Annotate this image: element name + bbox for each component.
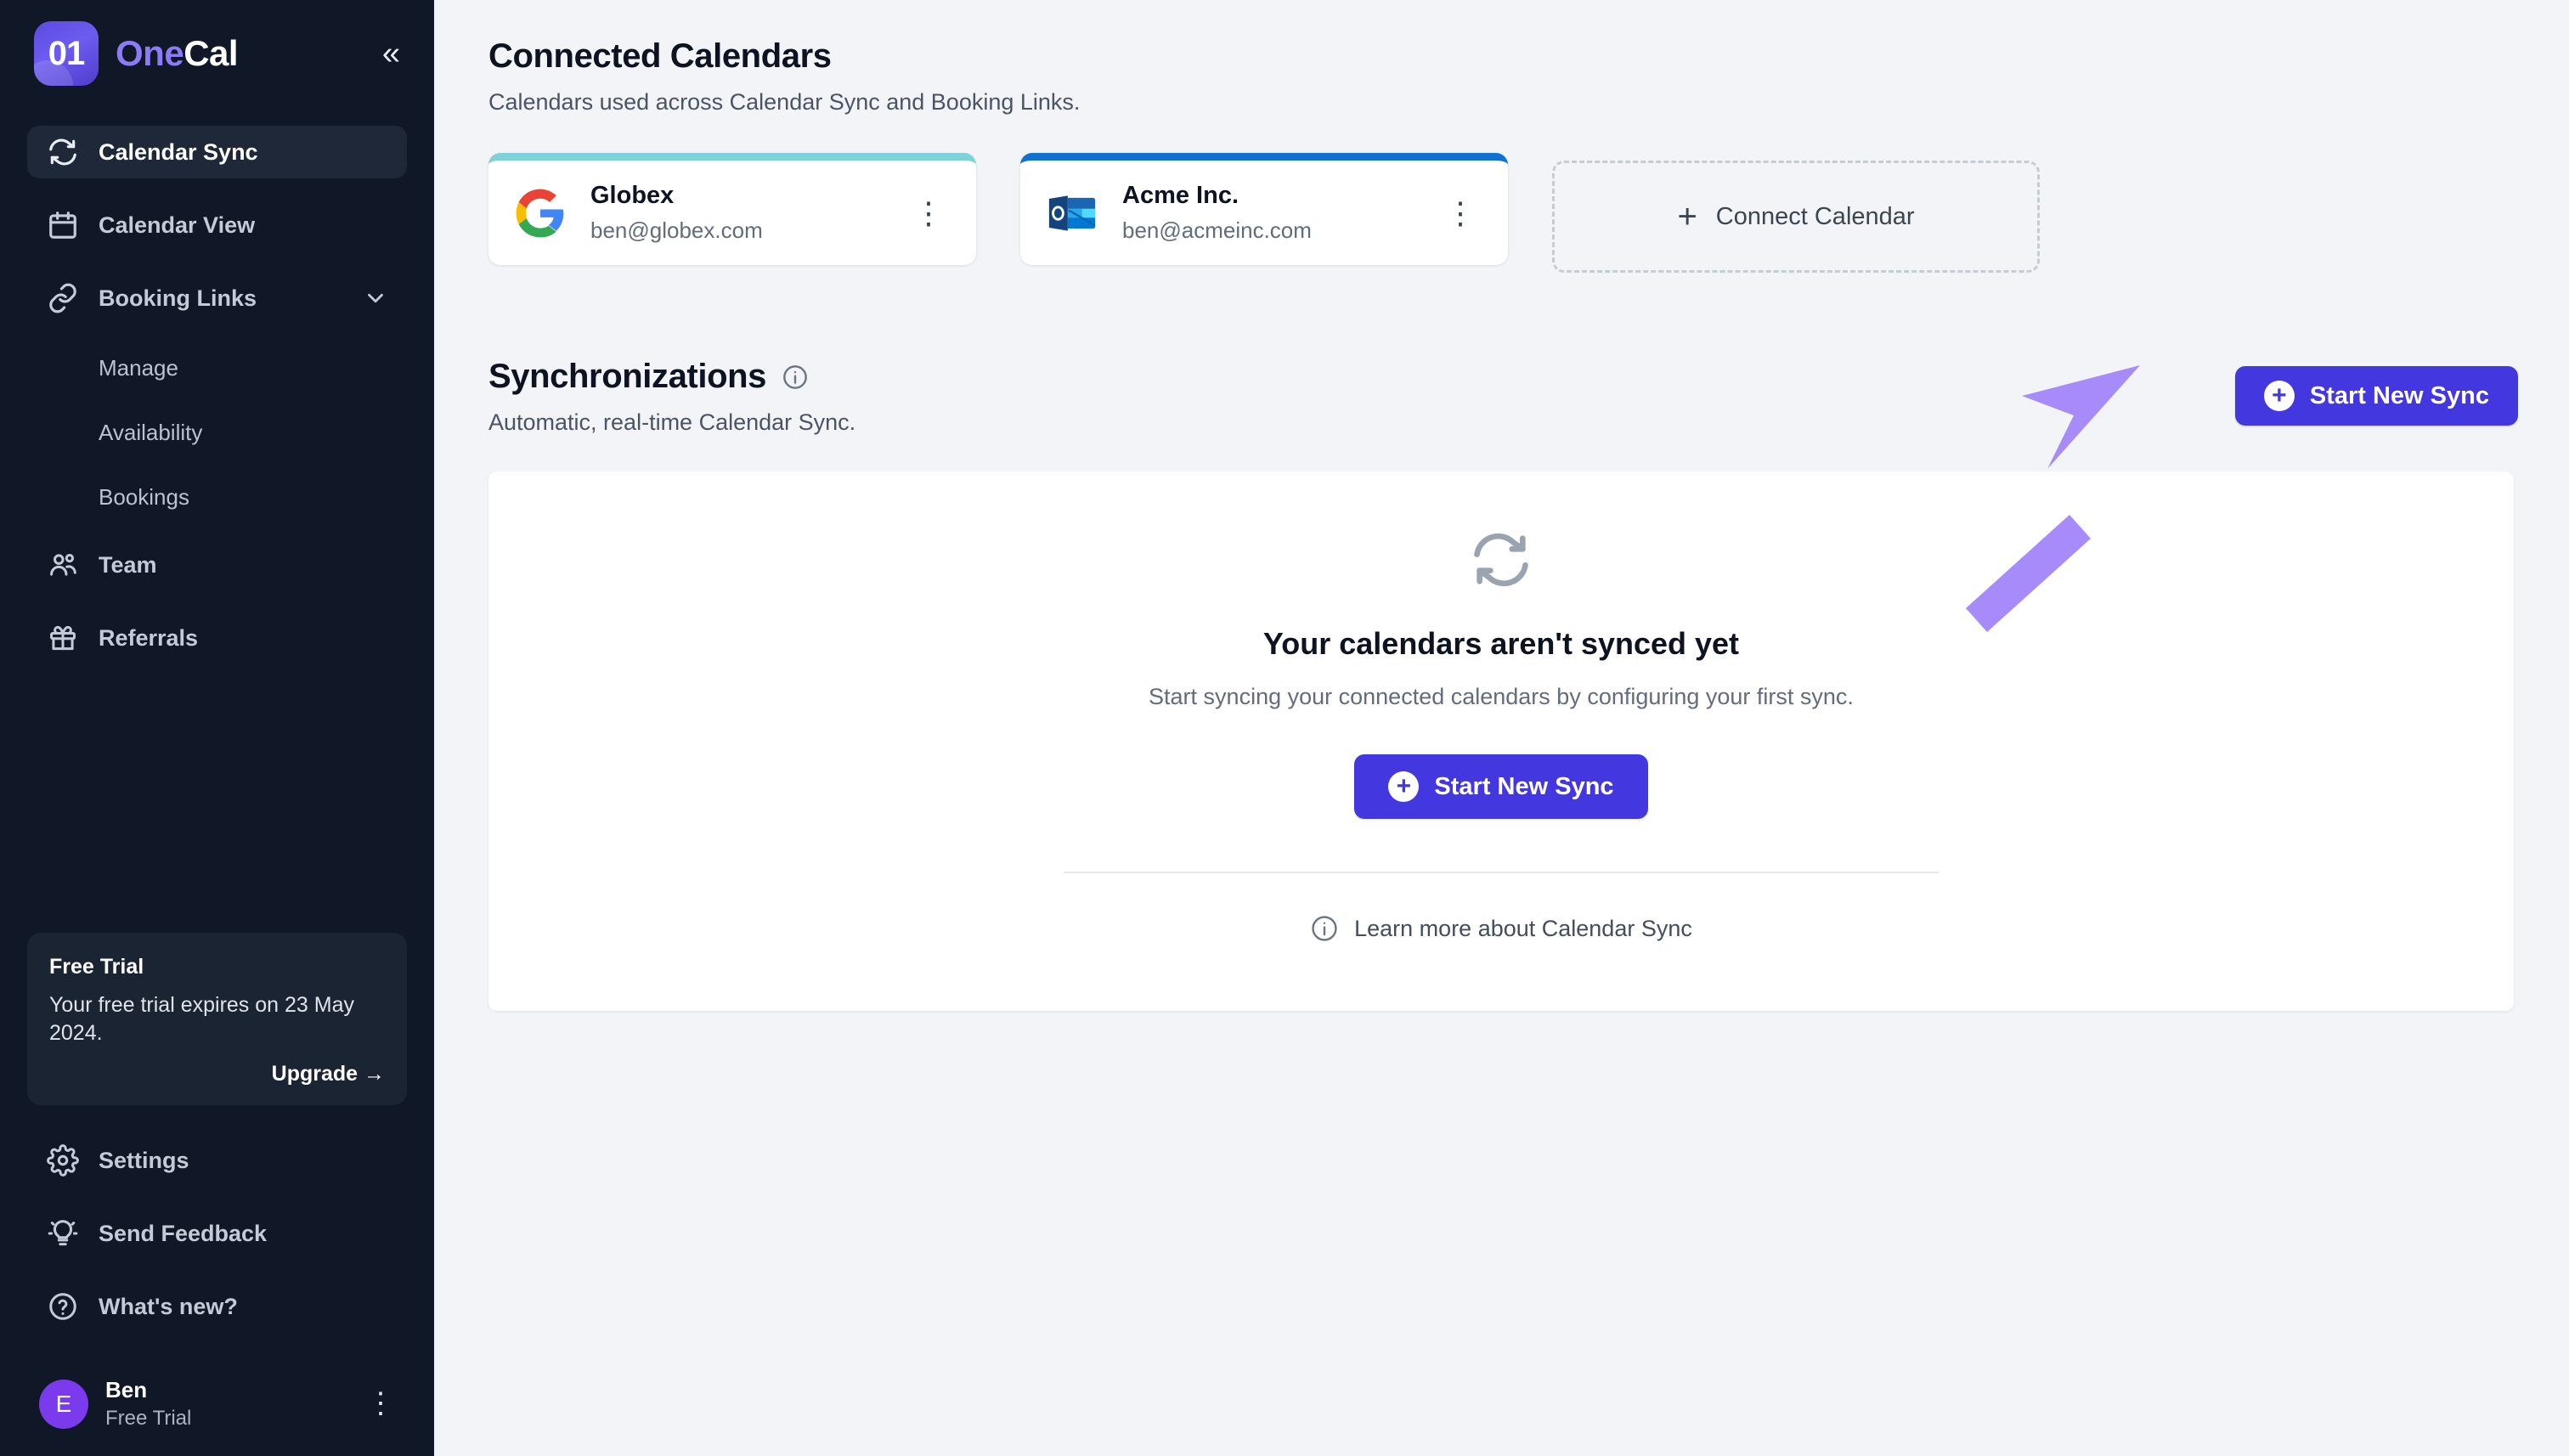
- gear-icon: [46, 1143, 80, 1177]
- calendar-card-globex[interactable]: Globex ben@globex.com ⋮: [488, 153, 976, 265]
- upgrade-link[interactable]: Upgrade →: [49, 1062, 385, 1086]
- free-trial-card: Free Trial Your free trial expires on 23…: [27, 932, 407, 1105]
- sidebar-item-calendar-sync[interactable]: Calendar Sync: [27, 126, 407, 178]
- connected-calendars-list: Globex ben@globex.com ⋮ Acme Inc. ben@ac…: [488, 153, 2518, 273]
- calendar-icon: [46, 208, 80, 242]
- sidebar-subitem-availability[interactable]: Availability: [27, 409, 407, 455]
- sync-icon: [1469, 528, 1533, 592]
- sidebar-item-label: Calendar View: [99, 212, 256, 238]
- sidebar-item-send-feedback[interactable]: Send Feedback: [27, 1207, 407, 1260]
- kebab-menu-icon[interactable]: ⋮: [366, 1389, 395, 1419]
- calendar-menu-icon[interactable]: ⋮: [910, 197, 947, 228]
- sync-icon: [46, 135, 80, 169]
- plus-icon: +: [1677, 198, 1697, 235]
- chevrons-left-icon[interactable]: «: [382, 37, 400, 70]
- info-icon: [1310, 914, 1339, 943]
- brand-name: OneCal: [116, 33, 239, 74]
- sidebar: 01 OneCal « Calendar Sync Calendar View …: [0, 0, 434, 1456]
- sidebar-item-label: Send Feedback: [99, 1220, 268, 1246]
- synchronizations-subtitle: Automatic, real-time Calendar Sync.: [488, 409, 856, 435]
- synchronizations-title: Synchronizations: [488, 358, 766, 395]
- sidebar-subitem-manage[interactable]: Manage: [27, 345, 407, 391]
- page-title: Connected Calendars: [488, 37, 832, 75]
- onecal-logo-icon: 01: [34, 21, 99, 86]
- calendar-email: ben@globex.com: [590, 217, 763, 243]
- empty-state-subtitle: Start syncing your connected calendars b…: [1149, 684, 1854, 709]
- synchronizations-header: Synchronizations Automatic, real-time Ca…: [488, 358, 2518, 436]
- calendar-menu-icon[interactable]: ⋮: [1442, 197, 1479, 228]
- gift-icon: [46, 621, 80, 655]
- calendar-info: Acme Inc. ben@acmeinc.com: [1122, 182, 1312, 244]
- app-root: 01 OneCal « Calendar Sync Calendar View …: [0, 0, 2569, 1456]
- page-subtitle: Calendars used across Calendar Sync and …: [488, 89, 1081, 115]
- user-name: Ben: [105, 1377, 148, 1402]
- sidebar-item-settings[interactable]: Settings: [27, 1134, 407, 1187]
- user-profile[interactable]: E Ben Free Trial ⋮: [27, 1362, 407, 1456]
- start-new-sync-button-empty[interactable]: + Start New Sync: [1354, 754, 1648, 819]
- chevron-down-icon[interactable]: [363, 285, 388, 311]
- synchronizations-heading-group: Synchronizations Automatic, real-time Ca…: [488, 358, 855, 436]
- sidebar-item-referrals[interactable]: Referrals: [27, 612, 407, 664]
- connect-calendar-label: Connect Calendar: [1715, 202, 1915, 230]
- user-plan: Free Trial: [105, 1407, 192, 1430]
- main-content: Connected Calendars Calendars used acros…: [434, 0, 2569, 1456]
- sidebar-subitem-label: Manage: [99, 354, 178, 381]
- outlook-icon: [1046, 187, 1098, 240]
- avatar-initial: E: [55, 1390, 72, 1417]
- sidebar-item-label: Referrals: [99, 624, 199, 651]
- sidebar-subitem-label: Availability: [99, 419, 203, 445]
- start-new-sync-button-top[interactable]: + Start New Sync: [2234, 366, 2518, 426]
- free-trial-text: Your free trial expires on 23 May 2024.: [49, 992, 354, 1046]
- calendar-name: Globex: [590, 182, 675, 209]
- calendar-email: ben@acmeinc.com: [1122, 217, 1312, 243]
- google-icon: [514, 187, 567, 240]
- sync-title-row: Synchronizations: [488, 358, 855, 396]
- brand: 01 OneCal «: [27, 0, 407, 107]
- start-new-sync-label: Start New Sync: [2309, 381, 2489, 409]
- logo-text: 01: [48, 34, 85, 72]
- users-icon: [46, 548, 80, 582]
- sidebar-item-label: Booking Links: [99, 285, 257, 311]
- avatar: E: [39, 1379, 88, 1429]
- user-meta: Ben Free Trial: [105, 1377, 191, 1431]
- info-icon[interactable]: [782, 364, 809, 391]
- sidebar-item-team[interactable]: Team: [27, 539, 407, 591]
- calendar-name: Acme Inc.: [1122, 182, 1239, 209]
- sidebar-item-booking-links[interactable]: Booking Links: [27, 272, 407, 324]
- sidebar-item-whats-new[interactable]: What's new?: [27, 1280, 407, 1333]
- secondary-nav: Settings Send Feedback What's new?: [27, 1134, 407, 1353]
- calendar-info: Globex ben@globex.com: [590, 182, 763, 244]
- sidebar-item-label: What's new?: [99, 1293, 238, 1319]
- brand-name-first: One: [116, 33, 184, 73]
- calendar-card-acme[interactable]: Acme Inc. ben@acmeinc.com ⋮: [1020, 153, 1508, 265]
- sidebar-item-label: Settings: [99, 1147, 189, 1173]
- learn-more-link[interactable]: Learn more about Calendar Sync: [1310, 914, 1692, 943]
- sidebar-item-label: Team: [99, 551, 157, 578]
- link-icon: [46, 281, 80, 315]
- sidebar-item-calendar-view[interactable]: Calendar View: [27, 199, 407, 251]
- lightbulb-icon: [46, 1216, 80, 1250]
- brand-name-second: Cal: [184, 33, 239, 73]
- primary-nav: Calendar Sync Calendar View Booking Link…: [27, 126, 407, 685]
- divider: [1064, 872, 1939, 873]
- synchronizations-empty-state: Your calendars aren't synced yet Start s…: [488, 471, 2514, 1011]
- sidebar-item-label: Calendar Sync: [99, 138, 258, 165]
- learn-more-label: Learn more about Calendar Sync: [1354, 915, 1692, 941]
- question-circle-icon: [46, 1290, 80, 1323]
- sidebar-subitem-bookings[interactable]: Bookings: [27, 474, 407, 520]
- start-new-sync-label: Start New Sync: [1434, 772, 1614, 800]
- free-trial-title: Free Trial: [49, 954, 144, 979]
- empty-state-title: Your calendars aren't synced yet: [1262, 626, 1740, 661]
- sidebar-subitem-label: Bookings: [99, 483, 189, 510]
- plus-circle-icon: +: [1388, 771, 1420, 802]
- plus-circle-icon: +: [2263, 381, 2295, 411]
- connect-calendar-button[interactable]: + Connect Calendar: [1552, 161, 2040, 273]
